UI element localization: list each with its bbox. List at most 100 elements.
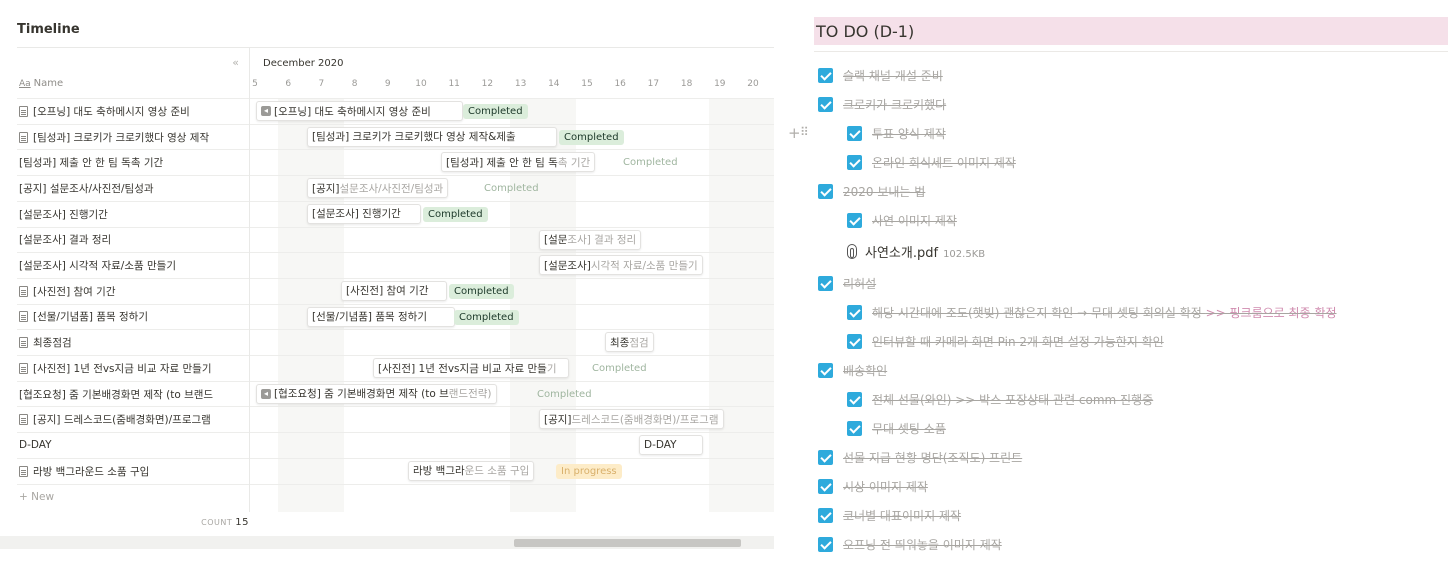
timeline-bar[interactable]: 라방 백그라 운드 소품 구입	[408, 460, 535, 481]
table-row[interactable]: [협조요청] 줌 기본배경화면 제작 (to 브랜드	[17, 380, 249, 407]
page-icon	[19, 465, 28, 477]
todo-item[interactable]: 슬랙 채널 개설 준비	[818, 64, 943, 86]
name-panel: « Aa Name [오프닝] 대도 축하메시지 영상 준비 [팀성과] 크로키가 …	[17, 48, 249, 512]
table-row[interactable]: 최종점검	[17, 329, 249, 355]
todo-item[interactable]: 선물 지급 현황 명단(조직도) 프린트	[818, 446, 1022, 468]
row-name: [공지] 설문조사/사진전/팀성과	[19, 182, 154, 195]
timeline-bar[interactable]: [설문 조사] 결과 정리	[539, 229, 642, 250]
timeline-bar[interactable]: ◂ [오프닝] 대도 축하메시지 영상 준비	[256, 101, 463, 121]
drag-handle-icon[interactable]: ⠿	[800, 125, 809, 139]
arrow-left-icon[interactable]: ◂	[261, 106, 271, 116]
checkbox-checked[interactable]	[818, 449, 833, 465]
todo-item[interactable]: 투표 양식 제작	[847, 122, 946, 144]
todo-item[interactable]: 오프닝 전 띄워놓을 이미지 제작	[818, 533, 1002, 555]
scrollbar-thumb[interactable]	[514, 539, 741, 547]
page-icon	[19, 131, 28, 143]
checkbox-checked[interactable]	[818, 362, 833, 378]
todo-item[interactable]: 인터뷰할 때 카메라 화면 Pin 2개 화면 설정 가능한지 확인	[847, 330, 1164, 352]
todo-text: 사연 이미지 제작	[872, 213, 957, 228]
table-row[interactable]: [선물/기념품] 품목 정하기	[17, 303, 249, 330]
count-footer[interactable]: COUNT 15	[17, 517, 249, 528]
todo-text: 크로키가 크로키했다	[843, 97, 947, 112]
timeline-bar[interactable]: [설문조사] 시각적 자료/소품 만들기	[539, 255, 703, 276]
checkbox-checked[interactable]	[818, 96, 833, 112]
day-label: 5	[252, 79, 258, 89]
day-label: 19	[714, 79, 726, 89]
bar-label-overflow: 기	[546, 362, 557, 375]
timeline-bar[interactable]: [선물/기념품] 품목 정하기	[307, 306, 455, 327]
name-column-header[interactable]: Aa Name	[17, 78, 249, 98]
row-name: [선물/기념품] 품목 정하기	[33, 311, 149, 324]
table-row[interactable]: [공지] 설문조사/사진전/팀성과	[17, 175, 249, 201]
bar-label-overflow: 조사] 결과 정리	[567, 234, 637, 246]
checkbox-checked[interactable]	[847, 125, 862, 141]
new-row-button[interactable]: + New	[17, 483, 249, 510]
arrow-left-icon[interactable]: ◂	[261, 388, 271, 399]
divider	[814, 51, 1448, 52]
table-row[interactable]: [사진전] 1년 전vs지금 비교 자료 만들기	[17, 355, 249, 381]
table-row[interactable]: [팀성과] 크로키가 크로키했다 영상 제작	[17, 123, 249, 150]
status-badge: Completed	[423, 206, 488, 222]
timeline-bar[interactable]: [팀성과] 제출 안 한 팀 독촉 기간	[441, 152, 596, 173]
checkbox-checked[interactable]	[818, 275, 833, 291]
timeline-bar[interactable]: 최종 점검	[605, 332, 654, 353]
todo-title[interactable]: TO DO (D-1)	[814, 17, 1448, 45]
status-badge: Completed	[484, 183, 539, 195]
bar-label: [오프닝] 대도 축하메시지 영상 준비	[274, 105, 431, 118]
checkbox-checked[interactable]	[818, 536, 833, 552]
checkbox-checked[interactable]	[847, 212, 862, 228]
text-property-icon: Aa	[19, 79, 31, 89]
todo-item[interactable]: 2020 보내는 법	[818, 180, 925, 202]
table-row[interactable]: [팀성과] 제출 안 한 팀 독촉 기간	[17, 149, 249, 175]
todo-item[interactable]: 사연 이미지 제작	[847, 209, 957, 231]
table-row[interactable]: D-DAY	[17, 432, 249, 458]
checkbox-checked[interactable]	[818, 67, 833, 83]
todo-item[interactable]: 리허설	[818, 272, 876, 294]
todo-item[interactable]: 배송확인	[818, 359, 887, 381]
timeline-bar[interactable]: [공지] 드레스코드(줌배경화면)/프로그램	[539, 409, 724, 430]
bar-label: [공지]	[312, 182, 340, 195]
checkbox-checked[interactable]	[818, 183, 833, 199]
table-row[interactable]: 라방 백그라운드 소품 구입	[17, 457, 249, 484]
checkbox-checked[interactable]	[847, 304, 862, 320]
day-label: 11	[448, 79, 460, 89]
todo-item[interactable]: 무대 셋팅 소품	[847, 417, 946, 439]
todo-item[interactable]: 전체 선물(와인) >> 박스 포장상태 관련 comm 진행중	[847, 388, 1153, 410]
collapse-icon[interactable]: «	[232, 56, 239, 69]
checkbox-checked[interactable]	[847, 333, 862, 349]
timeline-bar[interactable]: [사진전] 1년 전vs지금 비교 자료 만들 기	[373, 358, 569, 378]
timeline-bar[interactable]: [팀성과] 크로키가 크로키했다 영상 제작&제출	[307, 126, 557, 147]
day-label: 16	[614, 79, 626, 89]
table-row[interactable]: [설문조사] 결과 정리	[17, 226, 249, 253]
timeline-bar[interactable]: [사진전] 참여 기간	[341, 280, 447, 301]
table-row[interactable]: [공지] 드레스코드(줌배경화면)/프로그램	[17, 406, 249, 432]
table-row[interactable]: [설문조사] 시각적 자료/소품 만들기	[17, 252, 249, 278]
checkbox-checked[interactable]	[847, 420, 862, 436]
status-badge: Completed	[449, 283, 514, 299]
bar-label-overflow: 점검	[629, 336, 649, 349]
todo-item[interactable]: 해당 시간대에 조도(햇빛) 괜찮은지 확인 → 무대 셋팅 회의실 확정 >>…	[847, 301, 1337, 323]
day-label: 9	[384, 79, 391, 89]
timeline-bar[interactable]: [공지] 설문조사/사진전/팀성과	[307, 178, 449, 199]
page-icon	[19, 105, 28, 117]
timeline-bar[interactable]: D-DAY	[639, 435, 703, 456]
todo-item[interactable]: 온라인 회식세트 이미지 제작	[847, 151, 1016, 173]
add-block-icon[interactable]: +	[788, 124, 801, 142]
checkbox-checked[interactable]	[847, 391, 862, 407]
file-attachment[interactable]: 사연소개.pdf 102.5KB	[847, 240, 985, 262]
todo-item[interactable]: 시상 이미지 제작	[818, 475, 928, 497]
todo-item[interactable]: 크로키가 크로키했다	[818, 93, 946, 115]
checkbox-checked[interactable]	[818, 478, 833, 494]
status-badge: Completed	[537, 388, 592, 400]
timeline-bar[interactable]: [설문조사] 진행기간	[307, 203, 421, 224]
page-icon	[19, 362, 28, 374]
table-row[interactable]: [설문조사] 진행기간	[17, 200, 249, 227]
timeline-bar[interactable]: ◂ [협조요청] 줌 기본배경화면 제작 (to 브 랜드전략)	[256, 383, 497, 404]
bar-label: [팀성과] 제출 안 한 팀 독	[446, 156, 558, 169]
checkbox-checked[interactable]	[818, 507, 833, 523]
table-row[interactable]: [오프닝] 대도 축하메시지 영상 준비	[17, 98, 249, 124]
todo-item[interactable]: 코너별 대표이미지 제작	[818, 504, 961, 526]
table-row[interactable]: [사진전] 참여 기간	[17, 277, 249, 304]
checkbox-checked[interactable]	[847, 154, 862, 170]
bar-label: [공지]	[544, 413, 572, 426]
